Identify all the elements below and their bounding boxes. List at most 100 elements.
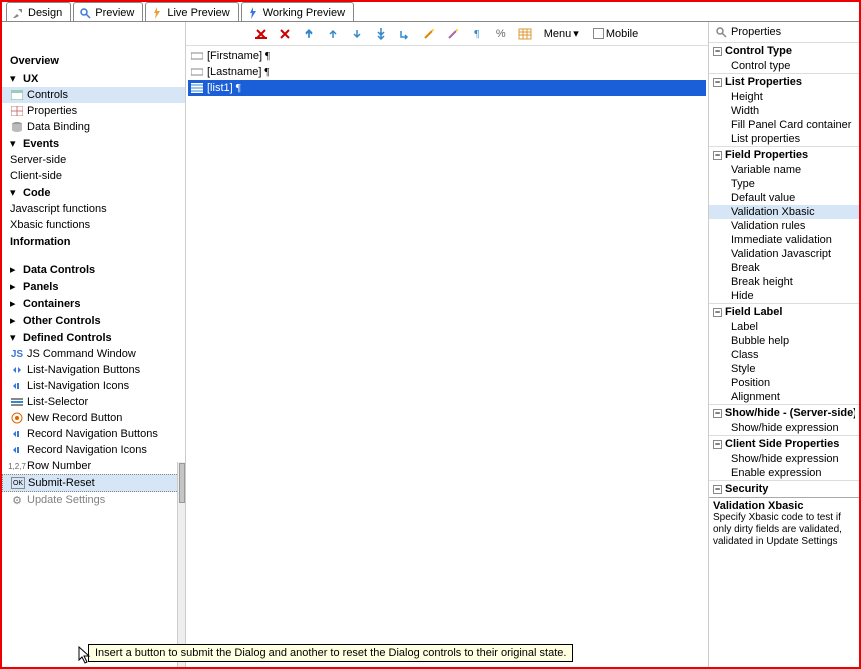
tree-js-command-window[interactable]: JS JS Command Window <box>2 346 185 362</box>
tree-row-number[interactable]: 1,2,7 Row Number <box>2 458 185 474</box>
tree-list-nav-icons[interactable]: List-Navigation Icons <box>2 378 185 394</box>
prop-row[interactable]: Type <box>709 177 859 191</box>
field-icon <box>190 51 204 61</box>
prop-row[interactable]: Immediate validation <box>709 233 859 247</box>
prop-row[interactable]: Show/hide expression <box>709 421 859 435</box>
tab-bar: Design Preview Live Preview Working Prev… <box>2 2 859 22</box>
tree-list-selector[interactable]: List-Selector <box>2 394 185 410</box>
minus-icon: − <box>713 151 722 160</box>
tab-working-preview[interactable]: Working Preview <box>241 2 354 21</box>
prop-row[interactable]: Class <box>709 348 859 362</box>
tree-ux[interactable]: ▾UX <box>2 70 185 87</box>
prop-row[interactable]: Enable expression <box>709 466 859 480</box>
tree-xbasic-functions[interactable]: Xbasic functions <box>2 217 185 233</box>
field-row[interactable]: [Lastname] ¶ <box>188 64 706 80</box>
move-up-icon[interactable] <box>324 25 342 43</box>
tree-controls[interactable]: Controls <box>2 87 185 103</box>
list-selector-icon <box>10 396 24 408</box>
tree-submit-reset[interactable]: OK Submit-Reset <box>2 474 185 492</box>
tab-label: Design <box>28 7 62 19</box>
prop-row[interactable]: Position <box>709 376 859 390</box>
expand-icon: ▸ <box>10 263 20 276</box>
prop-section-show-hide-server[interactable]: −Show/hide - (Server-side) <box>709 404 859 421</box>
prop-row[interactable]: Default value <box>709 191 859 205</box>
prop-row[interactable]: Fill Panel Card container <box>709 118 859 132</box>
prop-row[interactable]: Height <box>709 90 859 104</box>
tree-server-side[interactable]: Server-side <box>2 152 185 168</box>
delete-red-icon[interactable] <box>252 25 270 43</box>
menu-dropdown[interactable]: Menu ▾ <box>540 27 583 40</box>
tree-code[interactable]: ▾Code <box>2 184 185 201</box>
prop-section-control-type[interactable]: −Control Type <box>709 42 859 59</box>
tab-label: Live Preview <box>167 7 229 19</box>
tools-icon <box>11 7 25 19</box>
record-nav-buttons-icon <box>10 428 24 440</box>
tree-record-nav-icons[interactable]: Record Navigation Icons <box>2 442 185 458</box>
tree-data-binding[interactable]: Data Binding <box>2 119 185 135</box>
move-down-icon[interactable] <box>348 25 366 43</box>
center-panel: ¶ % Menu ▾ Mobile [Firstname] ¶ [Lastnam… <box>186 22 709 667</box>
minus-icon: − <box>713 409 722 418</box>
prop-row[interactable]: Variable name <box>709 163 859 177</box>
toggle-break-icon[interactable] <box>396 25 414 43</box>
tree-scrollbar[interactable] <box>177 462 185 667</box>
prop-section-security[interactable]: −Security <box>709 480 859 497</box>
percent-icon[interactable]: % <box>492 25 510 43</box>
prop-row[interactable]: Break <box>709 261 859 275</box>
tree-information[interactable]: Information <box>2 233 185 251</box>
delete-icon[interactable] <box>276 25 294 43</box>
prop-row[interactable]: Style <box>709 362 859 376</box>
field-row-selected[interactable]: [list1] ¶ <box>188 80 706 96</box>
prop-row[interactable]: Label <box>709 320 859 334</box>
mobile-checkbox[interactable]: Mobile <box>589 28 642 40</box>
prop-row[interactable]: Width <box>709 104 859 118</box>
move-bottom-icon[interactable] <box>372 25 390 43</box>
prop-row[interactable]: Alignment <box>709 390 859 404</box>
tree-panels[interactable]: ▸Panels <box>2 278 185 295</box>
prop-row[interactable]: Control type <box>709 59 859 73</box>
prop-row[interactable]: Validation rules <box>709 219 859 233</box>
tab-preview[interactable]: Preview <box>73 2 143 21</box>
move-top-icon[interactable] <box>300 25 318 43</box>
tree-properties[interactable]: Properties <box>2 103 185 119</box>
tree-js-functions[interactable]: Javascript functions <box>2 201 185 217</box>
tree-events[interactable]: ▾Events <box>2 135 185 152</box>
pilcrow-icon[interactable]: ¶ <box>468 25 486 43</box>
prop-row-selected[interactable]: Validation Xbasic <box>709 205 859 219</box>
tooltip: Insert a button to submit the Dialog and… <box>88 644 573 662</box>
tree-containers[interactable]: ▸Containers <box>2 295 185 312</box>
wand-icon[interactable] <box>420 25 438 43</box>
minus-icon: − <box>713 485 722 494</box>
prop-row[interactable]: List properties <box>709 132 859 146</box>
magnify-icon <box>78 7 92 19</box>
grid-icon[interactable] <box>516 25 534 43</box>
prop-row[interactable]: Bubble help <box>709 334 859 348</box>
prop-row[interactable]: Hide <box>709 289 859 303</box>
expand-icon: ▸ <box>10 297 20 310</box>
prop-section-field-label[interactable]: −Field Label <box>709 303 859 320</box>
prop-section-client-side[interactable]: −Client Side Properties <box>709 435 859 452</box>
tree-update-settings[interactable]: ⚙ Update Settings <box>2 492 185 508</box>
prop-row[interactable]: Show/hide expression <box>709 452 859 466</box>
field-row[interactable]: [Firstname] ¶ <box>188 48 706 64</box>
wand2-icon[interactable] <box>444 25 462 43</box>
tree-defined-controls[interactable]: ▾Defined Controls <box>2 329 185 346</box>
tree-data-controls[interactable]: ▸Data Controls <box>2 261 185 278</box>
tree-list-nav-buttons[interactable]: List-Navigation Buttons <box>2 362 185 378</box>
minus-icon: − <box>713 440 722 449</box>
tab-live-preview[interactable]: Live Preview <box>145 2 238 21</box>
expand-icon: ▸ <box>10 314 20 327</box>
prop-section-list-properties[interactable]: −List Properties <box>709 73 859 90</box>
tree-record-nav-buttons[interactable]: Record Navigation Buttons <box>2 426 185 442</box>
bolt-orange-icon <box>150 7 164 19</box>
properties-title: Properties <box>709 22 859 42</box>
tree-other-controls[interactable]: ▸Other Controls <box>2 312 185 329</box>
tree-new-record-button[interactable]: New Record Button <box>2 410 185 426</box>
fields-list[interactable]: [Firstname] ¶ [Lastname] ¶ [list1] ¶ <box>186 46 708 667</box>
prop-row[interactable]: Break height <box>709 275 859 289</box>
tab-design[interactable]: Design <box>6 2 71 21</box>
tree-overview[interactable]: Overview <box>2 52 185 70</box>
tree-client-side[interactable]: Client-side <box>2 168 185 184</box>
prop-row[interactable]: Validation Javascript <box>709 247 859 261</box>
prop-section-field-properties[interactable]: −Field Properties <box>709 146 859 163</box>
